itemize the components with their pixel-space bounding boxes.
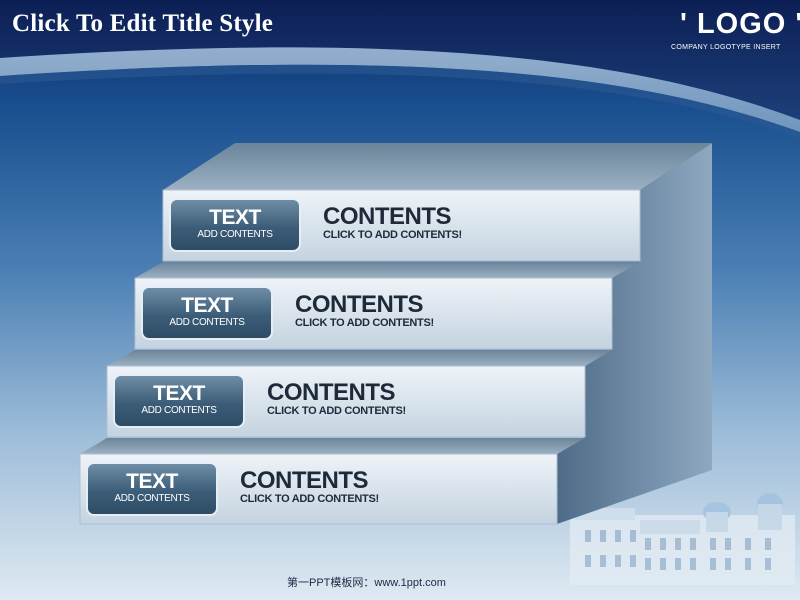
step-contents-title: CONTENTS [295, 291, 423, 318]
logo-subtitle: COMPANY LOGOTYPE INSERT [671, 44, 781, 51]
step-box-title: TEXT [126, 470, 178, 493]
step-box-subtitle: ADD CONTENTS [114, 493, 190, 504]
step-box-title: TEXT [209, 206, 261, 229]
footer-text: 第一PPT模板网：www.1ppt.com [287, 577, 446, 589]
step-contents-subtitle: CLICK TO ADD CONTENTS! [323, 229, 462, 241]
step-3[interactable]: TEXT ADD CONTENTS CONTENTS CLICK TO ADD … [107, 368, 585, 432]
step-box-title: TEXT [181, 294, 233, 317]
step-contents[interactable]: CONTENTS CLICK TO ADD CONTENTS! [295, 292, 434, 329]
step-4[interactable]: TEXT ADD CONTENTS CONTENTS CLICK TO ADD … [80, 456, 557, 520]
step-contents-subtitle: CLICK TO ADD CONTENTS! [240, 493, 379, 505]
step-contents-subtitle: CLICK TO ADD CONTENTS! [267, 405, 406, 417]
step-box-subtitle: ADD CONTENTS [141, 405, 217, 416]
step-1[interactable]: TEXT ADD CONTENTS CONTENTS CLICK TO ADD … [163, 192, 640, 256]
slide-title[interactable]: Click To Edit Title Style [12, 10, 273, 38]
step-contents-title: CONTENTS [323, 203, 451, 230]
step-box-subtitle: ADD CONTENTS [197, 229, 273, 240]
step-contents-subtitle: CLICK TO ADD CONTENTS! [295, 317, 434, 329]
step-contents[interactable]: CONTENTS CLICK TO ADD CONTENTS! [240, 468, 379, 505]
slide: TEXT ADD CONTENTS CONTENTS CLICK TO ADD … [0, 0, 800, 600]
step-contents-title: CONTENTS [267, 379, 395, 406]
step-box-subtitle: ADD CONTENTS [169, 317, 245, 328]
step-2[interactable]: TEXT ADD CONTENTS CONTENTS CLICK TO ADD … [135, 280, 612, 344]
step-text-box[interactable]: TEXT ADD CONTENTS [113, 374, 245, 428]
step-text-box[interactable]: TEXT ADD CONTENTS [86, 462, 218, 516]
step-text-box[interactable]: TEXT ADD CONTENTS [141, 286, 273, 340]
step-text-box[interactable]: TEXT ADD CONTENTS [169, 198, 301, 252]
step-contents[interactable]: CONTENTS CLICK TO ADD CONTENTS! [267, 380, 406, 417]
step-contents-title: CONTENTS [240, 467, 368, 494]
logo-text: ' LOGO ' [680, 8, 800, 40]
step-box-title: TEXT [153, 382, 205, 405]
step-contents[interactable]: CONTENTS CLICK TO ADD CONTENTS! [323, 204, 462, 241]
